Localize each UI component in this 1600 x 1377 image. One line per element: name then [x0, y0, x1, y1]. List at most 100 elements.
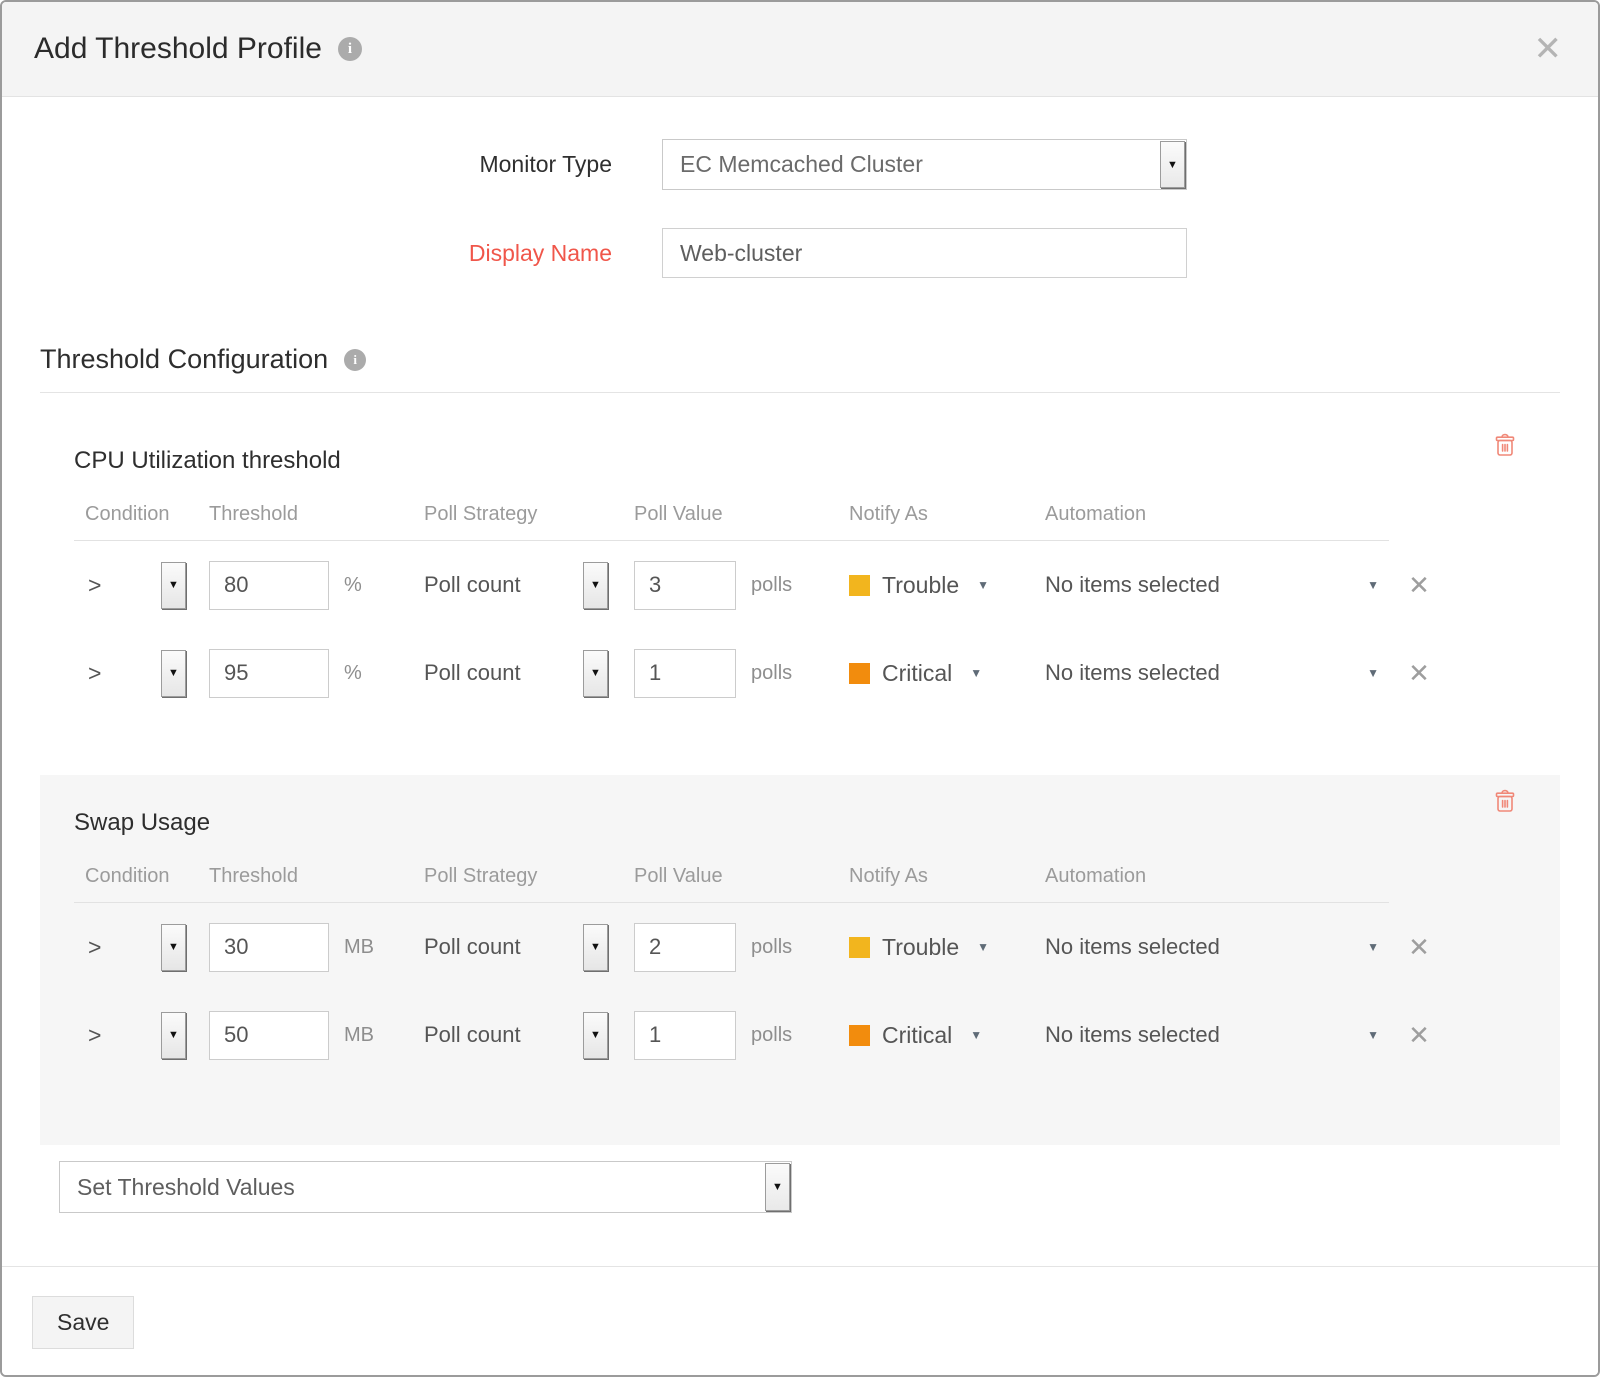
chevron-down-icon[interactable]: ▼ [1160, 141, 1185, 188]
chevron-down-icon[interactable]: ▼ [161, 650, 186, 697]
poll-value-unit: polls [751, 574, 792, 597]
remove-row-icon[interactable]: ✕ [1408, 572, 1430, 598]
condition-value: > [88, 572, 101, 599]
notify-as-select[interactable]: Critical ▼ [849, 660, 1045, 687]
poll-value-unit: polls [751, 662, 792, 685]
condition-select[interactable]: > ▼ [74, 562, 186, 609]
automation-value: No items selected [1045, 572, 1220, 598]
monitor-type-row: Monitor Type EC Memcached Cluster ▼ [2, 139, 1598, 190]
automation-select[interactable]: No items selected ▼ [1045, 660, 1389, 686]
threshold-input[interactable] [209, 561, 329, 610]
threshold-input[interactable] [209, 923, 329, 972]
close-icon[interactable]: ✕ [1534, 32, 1563, 66]
monitor-type-select[interactable]: EC Memcached Cluster ▼ [662, 139, 1187, 190]
notify-as-value: Critical [882, 660, 952, 687]
threshold-row: > ▼ % Poll count ▼ polls Trouble ▼ No i [74, 541, 1526, 629]
severity-color-swatch [849, 937, 870, 958]
chevron-down-icon[interactable]: ▼ [583, 924, 608, 971]
set-threshold-values-select[interactable]: Set Threshold Values ▼ [59, 1161, 792, 1213]
save-button[interactable]: Save [32, 1296, 134, 1349]
notify-as-value: Critical [882, 1022, 952, 1049]
threshold-unit: MB [344, 1024, 374, 1047]
chevron-down-icon: ▼ [970, 1028, 982, 1042]
chevron-down-icon[interactable]: ▼ [583, 1012, 608, 1059]
condition-select[interactable]: > ▼ [74, 650, 186, 697]
poll-strategy-select[interactable]: Poll count ▼ [424, 650, 608, 697]
display-name-input[interactable] [662, 228, 1187, 278]
dialog-title: Add Threshold Profile [34, 32, 322, 66]
display-name-label: Display Name [2, 240, 612, 267]
notify-as-value: Trouble [882, 572, 959, 599]
automation-value: No items selected [1045, 934, 1220, 960]
poll-strategy-select[interactable]: Poll count ▼ [424, 1012, 608, 1059]
poll-value-input[interactable] [634, 649, 736, 698]
info-icon[interactable]: i [338, 37, 362, 61]
poll-value-input[interactable] [634, 1011, 736, 1060]
column-header-poll-value: Poll Value [634, 865, 849, 888]
chevron-down-icon: ▼ [977, 578, 989, 592]
remove-row-icon[interactable]: ✕ [1408, 1022, 1430, 1048]
notify-as-select[interactable]: Trouble ▼ [849, 572, 1045, 599]
chevron-down-icon[interactable]: ▼ [765, 1163, 790, 1211]
table-header: Condition Threshold Poll Strategy Poll V… [74, 865, 1389, 903]
condition-value: > [88, 660, 101, 687]
automation-select[interactable]: No items selected ▼ [1045, 934, 1389, 960]
column-header-notify-as: Notify As [849, 865, 1045, 888]
remove-row-icon[interactable]: ✕ [1408, 660, 1430, 686]
threshold-configuration-header: Threshold Configuration i [40, 344, 1560, 393]
notify-as-select[interactable]: Critical ▼ [849, 1022, 1045, 1049]
automation-select[interactable]: No items selected ▼ [1045, 572, 1389, 598]
notify-as-select[interactable]: Trouble ▼ [849, 934, 1045, 961]
column-header-automation: Automation [1045, 503, 1389, 526]
poll-strategy-value: Poll count [424, 660, 521, 686]
add-threshold-profile-dialog: Add Threshold Profile i ✕ Monitor Type E… [0, 0, 1600, 1377]
severity-color-swatch [849, 575, 870, 596]
info-icon[interactable]: i [344, 349, 366, 371]
condition-select[interactable]: > ▼ [74, 924, 186, 971]
chevron-down-icon[interactable]: ▼ [161, 1012, 186, 1059]
poll-value-input[interactable] [634, 561, 736, 610]
chevron-down-icon: ▼ [977, 940, 989, 954]
chevron-down-icon[interactable]: ▼ [161, 562, 186, 609]
chevron-down-icon[interactable]: ▼ [583, 650, 608, 697]
column-header-poll-strategy: Poll Strategy [424, 503, 634, 526]
column-header-threshold: Threshold [209, 865, 424, 888]
poll-value-input[interactable] [634, 923, 736, 972]
automation-value: No items selected [1045, 660, 1220, 686]
swap-usage-section: Swap Usage Condition Threshold Poll Stra… [40, 775, 1560, 1145]
column-header-poll-strategy: Poll Strategy [424, 865, 634, 888]
threshold-unit: % [344, 574, 362, 597]
threshold-row: > ▼ % Poll count ▼ polls Critical ▼ No [74, 629, 1526, 717]
trash-icon[interactable] [1494, 433, 1516, 458]
poll-strategy-select[interactable]: Poll count ▼ [424, 924, 608, 971]
severity-color-swatch [849, 663, 870, 684]
automation-select[interactable]: No items selected ▼ [1045, 1022, 1389, 1048]
poll-strategy-select[interactable]: Poll count ▼ [424, 562, 608, 609]
condition-select[interactable]: > ▼ [74, 1012, 186, 1059]
chevron-down-icon[interactable]: ▼ [583, 562, 608, 609]
table-header: Condition Threshold Poll Strategy Poll V… [74, 503, 1389, 541]
dialog-footer: Save [2, 1266, 1598, 1375]
column-header-condition: Condition [74, 865, 209, 888]
automation-value: No items selected [1045, 1022, 1220, 1048]
set-threshold-values-value: Set Threshold Values [77, 1174, 295, 1201]
severity-color-swatch [849, 1025, 870, 1046]
column-header-notify-as: Notify As [849, 503, 1045, 526]
monitor-type-label: Monitor Type [2, 151, 612, 178]
column-header-automation: Automation [1045, 865, 1389, 888]
poll-value-unit: polls [751, 1024, 792, 1047]
dialog-header: Add Threshold Profile i ✕ [2, 2, 1598, 97]
chevron-down-icon: ▼ [1367, 666, 1379, 680]
monitor-type-value: EC Memcached Cluster [680, 151, 923, 178]
threshold-input[interactable] [209, 1011, 329, 1060]
poll-strategy-value: Poll count [424, 934, 521, 960]
threshold-input[interactable] [209, 649, 329, 698]
chevron-down-icon[interactable]: ▼ [161, 924, 186, 971]
section-title: CPU Utilization threshold [74, 447, 1526, 475]
trash-icon[interactable] [1494, 789, 1516, 814]
threshold-unit: % [344, 662, 362, 685]
chevron-down-icon: ▼ [1367, 578, 1379, 592]
remove-row-icon[interactable]: ✕ [1408, 934, 1430, 960]
condition-value: > [88, 934, 101, 961]
column-header-condition: Condition [74, 503, 209, 526]
